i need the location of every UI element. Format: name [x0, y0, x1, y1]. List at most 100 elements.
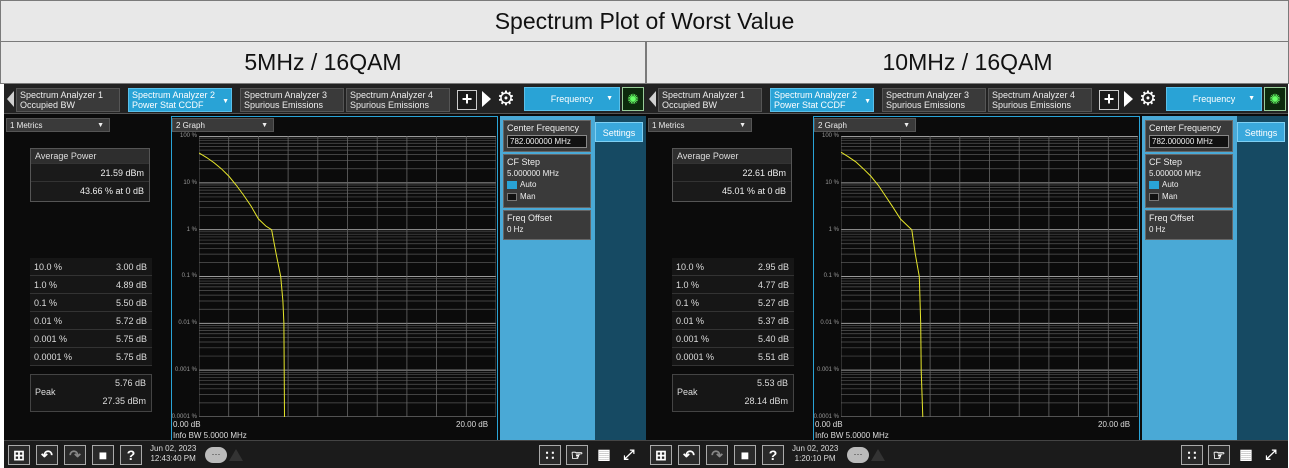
center-frequency-button[interactable]: Center Frequency 782.000000 MHz [503, 120, 591, 152]
settings-tab-button[interactable]: Settings [1237, 122, 1285, 142]
table-row: 0.01 % 5.72 dB [30, 312, 152, 330]
center-frequency-value[interactable]: 782.000000 MHz [1149, 135, 1229, 148]
freq-offset-value: 0 Hz [1149, 225, 1166, 234]
table-row: 1.0 % 4.89 dB [30, 276, 152, 294]
center-frequency-label: Center Frequency [1149, 123, 1222, 133]
settings-tab-button[interactable]: Settings [595, 122, 643, 142]
y-tick-label: 0.01 % [820, 320, 839, 327]
ccdf-value: 5.72 dB [115, 316, 147, 326]
gear-icon[interactable]: ⚙ [494, 87, 518, 111]
tab-line2: Occupied BW [662, 99, 718, 110]
tab-spectrum-analyzer-4[interactable]: Spectrum Analyzer 4 Spurious Emissions [346, 88, 450, 112]
metrics-title: 1 Metrics [652, 121, 685, 130]
settings-panel [1237, 116, 1288, 446]
fullscreen-icon[interactable]: ⤢ [618, 445, 640, 465]
y-tick-label: 10 % [825, 179, 839, 186]
tab-spectrum-analyzer-1[interactable]: Spectrum Analyzer 1 Occupied BW [658, 88, 762, 112]
tab-spectrum-analyzer-3[interactable]: Spectrum Analyzer 3 Spurious Emissions [882, 88, 986, 112]
keypad-icon[interactable]: ∷ [539, 445, 561, 465]
average-power-dbm: 22.61 dBm [673, 163, 791, 181]
taskbar: ⊞ ↶ ↷ ■ ? Jun 02, 2023 1:20:10 PM ⋯ ∷ ☞ … [646, 440, 1288, 468]
touch-icon[interactable]: ☞ [1208, 445, 1230, 465]
settings-panel [595, 116, 646, 446]
ccdf-value: 5.40 dB [757, 334, 789, 344]
average-power-label: Average Power [673, 149, 791, 163]
peak-card: Peak 5.53 dB 28.14 dBm [672, 374, 794, 412]
auto-label: Auto [1162, 180, 1179, 189]
ccdf-percent: 10.0 % [676, 262, 705, 272]
tab-bar: Spectrum Analyzer 1 Occupied BW Spectrum… [4, 84, 646, 114]
freq-offset-value: 0 Hz [507, 225, 524, 234]
help-icon[interactable]: ? [120, 445, 142, 465]
window-tile-icon[interactable]: ▦ [1235, 445, 1257, 465]
undo-icon[interactable]: ↶ [36, 445, 58, 465]
tab-spectrum-analyzer-2[interactable]: Spectrum Analyzer 2 Power Stat CCDF ▼ [770, 88, 874, 112]
center-frequency-button[interactable]: Center Frequency 782.000000 MHz [1145, 120, 1233, 152]
freq-offset-button[interactable]: Freq Offset 0 Hz [503, 210, 591, 240]
metrics-window-title[interactable]: 1 Metrics ▼ [648, 118, 752, 132]
freq-offset-button[interactable]: Freq Offset 0 Hz [1145, 210, 1233, 240]
help-icon[interactable]: ? [762, 445, 784, 465]
window-tile-icon[interactable]: ▦ [593, 445, 615, 465]
freq-offset-label: Freq Offset [1149, 213, 1194, 223]
frequency-menu-button[interactable]: Frequency ▼ [1166, 87, 1262, 111]
tab-spectrum-analyzer-1[interactable]: Spectrum Analyzer 1 Occupied BW [16, 88, 120, 112]
status-spinner-icon: ✺ [1264, 87, 1286, 111]
menu-label: Frequency [1192, 94, 1236, 104]
message-icon[interactable]: ⋯ [847, 447, 869, 463]
ccdf-value: 5.27 dB [757, 298, 789, 308]
tab-spectrum-analyzer-2[interactable]: Spectrum Analyzer 2 Power Stat CCDF ▼ [128, 88, 232, 112]
auto-option[interactable]: Auto [1149, 180, 1229, 190]
metrics-window-title[interactable]: 1 Metrics ▼ [6, 118, 110, 132]
y-tick-label: 1 % [186, 226, 197, 233]
center-frequency-value[interactable]: 782.000000 MHz [507, 135, 587, 148]
fullscreen-icon[interactable]: ⤢ [1260, 445, 1282, 465]
frequency-menu-button[interactable]: Frequency ▼ [524, 87, 620, 111]
ccdf-value: 5.75 dB [115, 334, 147, 344]
redo-icon[interactable]: ↷ [64, 445, 86, 465]
touch-icon[interactable]: ☞ [566, 445, 588, 465]
scroll-right-icon[interactable] [482, 91, 491, 107]
time-text: 1:20:10 PM [794, 454, 836, 463]
tab-spectrum-analyzer-3[interactable]: Spectrum Analyzer 3 Spurious Emissions [240, 88, 344, 112]
cf-step-label: CF Step [1149, 157, 1183, 167]
tab-spectrum-analyzer-4[interactable]: Spectrum Analyzer 4 Spurious Emissions [988, 88, 1092, 112]
windows-icon[interactable]: ⊞ [8, 445, 30, 465]
man-option[interactable]: Man [507, 192, 587, 202]
scroll-left-icon[interactable] [649, 91, 656, 107]
undo-icon[interactable]: ↶ [678, 445, 700, 465]
ccdf-value: 5.37 dB [757, 316, 789, 326]
folder-icon[interactable]: ■ [734, 445, 756, 465]
y-tick-label: 0.1 % [181, 273, 197, 280]
scroll-left-icon[interactable] [7, 91, 14, 107]
folder-icon[interactable]: ■ [92, 445, 114, 465]
auto-option[interactable]: Auto [507, 180, 587, 190]
ccdf-percent: 0.0001 % [676, 352, 715, 362]
x-end-label: 20.00 dB [456, 420, 489, 429]
windows-icon[interactable]: ⊞ [650, 445, 672, 465]
ccdf-value: 5.51 dB [757, 352, 789, 362]
add-screen-button[interactable]: + [1099, 90, 1119, 110]
table-row: 1.0 % 4.77 dB [672, 276, 794, 294]
man-label: Man [1162, 192, 1178, 201]
time-text: 12:43:40 PM [150, 454, 196, 463]
gear-icon[interactable]: ⚙ [1136, 87, 1160, 111]
cf-step-button[interactable]: CF Step 5.000000 MHz Auto Man [503, 154, 591, 208]
message-icon[interactable]: ⋯ [205, 447, 227, 463]
ccdf-percent: 1.0 % [34, 280, 58, 290]
ccdf-percent: 0.1 % [34, 298, 58, 308]
cf-step-button[interactable]: CF Step 5.000000 MHz Auto Man [1145, 154, 1233, 208]
table-row: 0.001 % 5.40 dB [672, 330, 794, 348]
ccdf-value: 5.75 dB [115, 352, 147, 362]
y-tick-label: 0.001 % [816, 367, 839, 373]
peak-label: Peak [677, 387, 698, 397]
date-text: Jun 02, 2023 [150, 444, 197, 453]
keypad-icon[interactable]: ∷ [1181, 445, 1203, 465]
y-tick-label: 1 % [828, 226, 839, 233]
redo-icon[interactable]: ↷ [706, 445, 728, 465]
man-option[interactable]: Man [1149, 192, 1229, 202]
scroll-right-icon[interactable] [1124, 91, 1133, 107]
x-start-label: 0.00 dB [815, 420, 843, 429]
add-screen-button[interactable]: + [457, 90, 477, 110]
man-indicator [1149, 192, 1159, 201]
